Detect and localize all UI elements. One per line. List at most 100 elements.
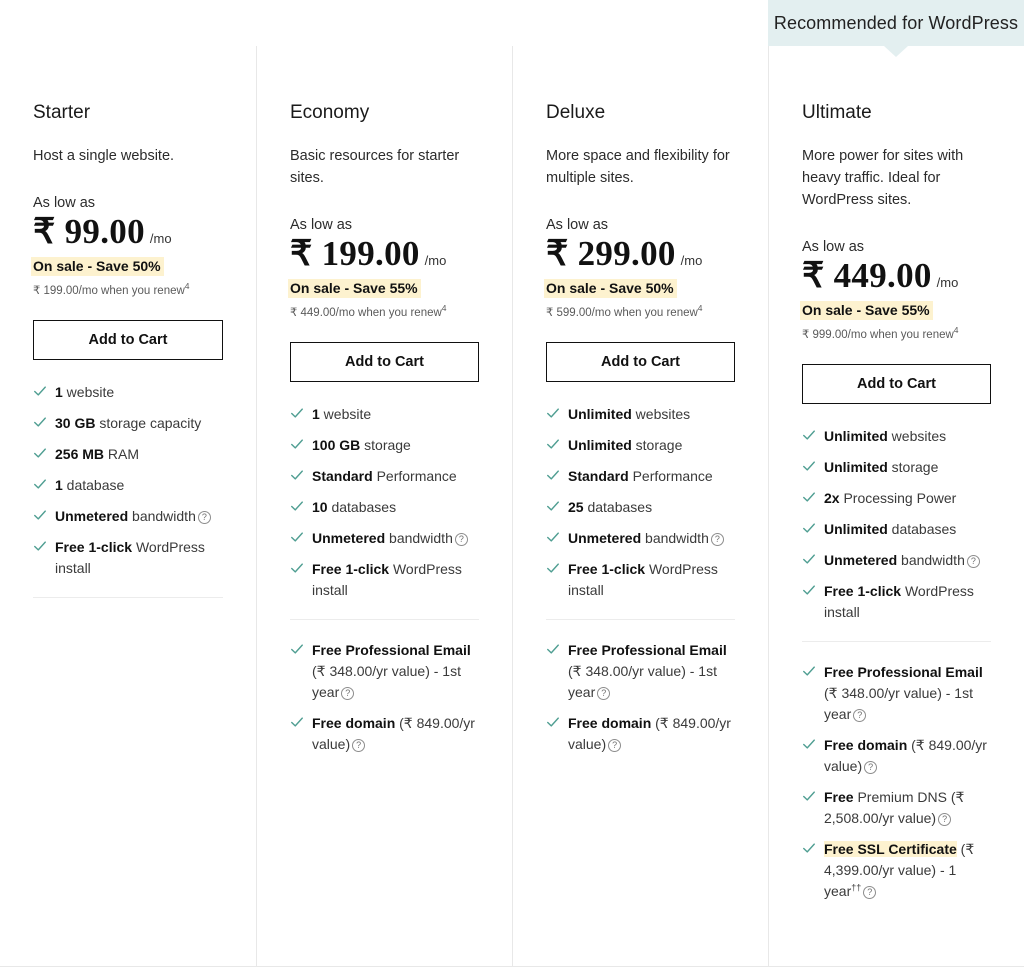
feature-item: Free domain (₹ 849.00/yr value)? <box>802 735 991 777</box>
feature-emphasis: Standard <box>312 468 373 485</box>
feature-emphasis: Unlimited <box>824 428 888 445</box>
feature-text: (₹ 348.00/yr value) - 1st year <box>824 685 973 723</box>
as-low-as-label: As low as <box>33 194 96 211</box>
feature-text: bandwidth <box>385 530 453 547</box>
check-icon <box>546 530 560 544</box>
price-line: ₹ 199.00/mo <box>290 234 479 274</box>
check-icon <box>546 715 560 729</box>
add-to-cart-button[interactable]: Add to Cart <box>290 342 479 383</box>
feature-emphasis: Free <box>824 789 854 806</box>
renewal-price: ₹ 599.00/mo when you renew4 <box>546 303 735 321</box>
feature-text: bandwidth <box>128 508 196 525</box>
feature-item: Unlimited databases <box>802 519 991 540</box>
price-period: /mo <box>149 230 172 246</box>
feature-emphasis: Free 1-click <box>568 561 646 578</box>
feature-emphasis: Unmetered <box>55 508 129 525</box>
feature-text: website <box>62 384 115 401</box>
feature-item: Standard Performance <box>290 466 479 487</box>
add-to-cart-button[interactable]: Add to Cart <box>546 342 735 383</box>
help-icon[interactable]: ? <box>352 739 366 753</box>
feature-text: Processing Power <box>839 490 957 507</box>
renewal-price: ₹ 999.00/mo when you renew4 <box>802 325 991 343</box>
feature-emphasis: Free domain <box>824 737 908 754</box>
sale-badge: On sale - Save 55% <box>288 279 421 299</box>
feature-item: Unlimited websites <box>546 404 735 425</box>
feature-item: Unlimited storage <box>802 457 991 478</box>
check-icon <box>290 406 304 420</box>
feature-item: 25 databases <box>546 497 735 518</box>
plan-price: ₹ 449.00 <box>802 255 932 295</box>
check-icon <box>802 552 816 566</box>
help-icon[interactable]: ? <box>341 687 355 701</box>
feature-emphasis: Unmetered <box>824 552 898 569</box>
feature-emphasis: 25 <box>568 499 584 516</box>
feature-footnote-mark: †† <box>851 882 862 893</box>
help-icon[interactable]: ? <box>597 687 611 701</box>
feature-item: 1 website <box>33 382 223 403</box>
help-icon[interactable]: ? <box>197 511 211 525</box>
help-icon[interactable]: ? <box>454 533 468 547</box>
price-period: /mo <box>936 274 959 290</box>
feature-item: 1 database <box>33 475 223 496</box>
feature-emphasis: Free 1-click <box>55 539 133 556</box>
help-icon[interactable]: ? <box>710 533 724 547</box>
add-to-cart-button[interactable]: Add to Cart <box>33 320 223 361</box>
add-to-cart-button[interactable]: Add to Cart <box>802 364 991 405</box>
feature-emphasis: Free Professional Email <box>824 664 983 681</box>
feature-text: (₹ 348.00/yr value) - 1st year <box>568 663 717 701</box>
check-icon <box>33 446 47 460</box>
feature-item: Free Professional Email (₹ 348.00/yr val… <box>802 662 991 725</box>
check-icon <box>290 561 304 575</box>
feature-list: 1 website 100 GB storage Standard Performa… <box>290 404 479 601</box>
feature-item: Unmetered bandwidth? <box>802 550 991 571</box>
feature-text: Performance <box>372 468 457 485</box>
feature-divider <box>33 597 223 599</box>
plan-description: Host a single website. <box>33 147 175 164</box>
feature-emphasis: Unmetered <box>568 530 642 547</box>
feature-item: Free SSL Certificate (₹ 4,399.00/yr valu… <box>802 839 991 902</box>
renewal-price-text: ₹ 199.00/mo when you renew <box>33 285 185 298</box>
help-icon[interactable]: ? <box>864 761 878 775</box>
help-icon[interactable]: ? <box>966 555 980 569</box>
feature-text: (₹ 348.00/yr value) - 1st year <box>312 663 461 701</box>
feature-item: Free Professional Email (₹ 348.00/yr val… <box>546 640 735 703</box>
feature-text: bandwidth <box>897 552 965 569</box>
feature-list: Unlimited websites Unlimited storage Stand… <box>546 404 735 601</box>
feature-text: storage <box>631 437 683 454</box>
help-icon[interactable]: ? <box>608 739 622 753</box>
feature-emphasis: Unlimited <box>824 459 888 476</box>
extra-feature-list: Free Professional Email (₹ 348.00/yr val… <box>546 640 735 755</box>
help-icon[interactable]: ? <box>938 813 952 827</box>
feature-text: database <box>62 477 125 494</box>
feature-text: databases <box>583 499 653 516</box>
feature-text: RAM <box>104 446 140 463</box>
as-low-as-label: As low as <box>546 216 609 233</box>
help-icon[interactable]: ? <box>863 886 877 900</box>
check-icon <box>290 437 304 451</box>
help-icon[interactable]: ? <box>853 709 867 723</box>
check-icon <box>33 477 47 491</box>
feature-item: Unlimited websites <box>802 426 991 447</box>
check-icon <box>802 737 816 751</box>
feature-item: 30 GB storage capacity <box>33 413 223 434</box>
price-period: /mo <box>424 252 447 268</box>
feature-divider <box>802 641 991 643</box>
check-icon <box>546 561 560 575</box>
check-icon <box>802 490 816 504</box>
check-icon <box>33 508 47 522</box>
check-icon <box>546 468 560 482</box>
feature-emphasis: Free Professional Email <box>568 642 727 659</box>
plan-column-starter: Starter Host a single website. As low as ₹ … <box>0 46 256 966</box>
check-icon <box>802 428 816 442</box>
feature-item: Free domain (₹ 849.00/yr value)? <box>290 713 479 755</box>
feature-item: 256 MB RAM <box>33 444 223 465</box>
renewal-footnote-mark: 4 <box>953 325 959 336</box>
check-icon <box>290 530 304 544</box>
feature-divider <box>290 619 479 621</box>
feature-emphasis: Standard <box>568 468 629 485</box>
renewal-price-text: ₹ 449.00/mo when you renew <box>290 307 442 320</box>
sale-badge: On sale - Save 50% <box>544 279 677 299</box>
feature-item: Free Premium DNS (₹ 2,508.00/yr value)? <box>802 787 991 829</box>
extra-feature-list: Free Professional Email (₹ 348.00/yr val… <box>802 662 991 902</box>
check-icon <box>33 539 47 553</box>
